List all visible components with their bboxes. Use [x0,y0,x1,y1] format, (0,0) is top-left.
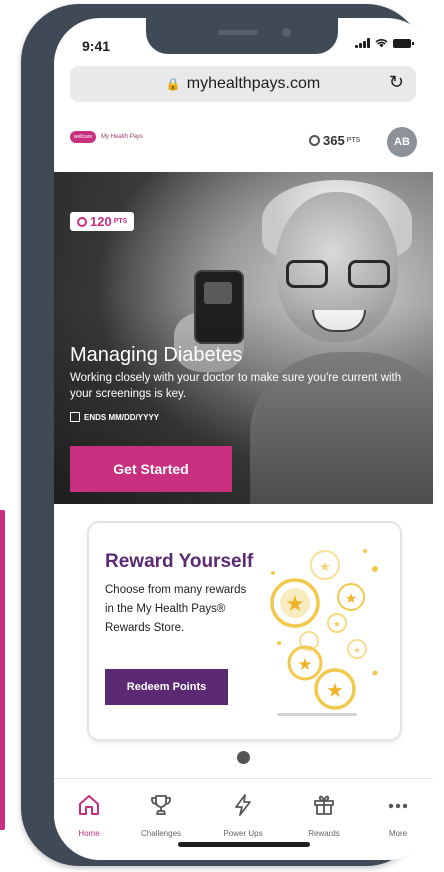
url-text: myhealthpays.com [186,75,321,92]
speaker-grille [218,30,258,35]
tab-power-ups-label: Power Ups [223,829,263,838]
hero-points-badge: 120 PTS [70,212,135,231]
phone-frame: 9:41 🔒 myhealthpays.com ↻ wellcare My He… [21,4,433,866]
tab-power-ups[interactable]: Power Ups [208,793,278,838]
svg-text:★: ★ [353,645,361,655]
hero-end-date-text: ENDS MM/DD/YYYY [84,412,160,422]
phone-screen: 9:41 🔒 myhealthpays.com ↻ wellcare My He… [54,18,433,860]
gift-icon [314,795,334,815]
redeem-points-button[interactable]: Redeem Points [105,669,228,705]
hero-end-date: ENDS MM/DD/YYYY [70,412,159,422]
hero-subtitle: Working closely with your doctor to make… [70,372,402,400]
svg-text:★: ★ [285,591,305,616]
tab-home[interactable]: Home [54,793,124,838]
tab-more[interactable]: More [363,793,433,838]
browser-address-bar[interactable]: 🔒 myhealthpays.com ↻ [70,66,416,102]
points-unit: PTS [346,137,361,144]
home-icon [79,795,99,815]
side-accent-bar [0,510,5,830]
trophy-icon [151,795,171,815]
wifi-icon [375,39,388,48]
tab-rewards-label: Rewards [308,829,340,838]
star-coins-illustration: ★ ★ ★ ★ ★ ★ ★ [270,549,378,716]
carousel-page-indicator[interactable] [237,751,250,764]
user-avatar[interactable]: AB [387,127,417,157]
phone-notch [146,18,338,54]
tab-home-label: Home [78,829,100,838]
svg-text:★: ★ [297,655,312,674]
site-header: wellcare My Health Pays 365 PTS AB [54,114,433,174]
tab-more-label: More [388,829,408,838]
get-started-button[interactable]: Get Started [70,446,232,492]
reward-card-body: Choose from many rewards in the My Healt… [105,584,247,634]
points-coin-icon [77,216,87,227]
points-balance[interactable]: 365 PTS [309,133,360,148]
tab-challenges[interactable]: Challenges [126,793,196,838]
points-value: 365 [323,133,345,148]
hero-title: Managing Diabetes [70,344,243,366]
bottom-tab-bar: Home Challenges Power Ups Rewards More [54,778,433,860]
lightning-icon [235,794,251,816]
svg-text:★: ★ [319,559,331,574]
reload-icon[interactable]: ↻ [389,72,404,93]
battery-icon [393,38,414,48]
reward-card[interactable]: Reward Yourself Choose from many rewards… [89,523,400,739]
reward-card-title: Reward Yourself [105,551,254,572]
svg-text:★: ★ [326,680,344,702]
calendar-icon [70,412,80,422]
home-indicator[interactable] [178,842,310,847]
tab-challenges-label: Challenges [140,829,182,838]
hero-banner: 120 PTS Managing Diabetes Working closel… [54,172,433,504]
lock-icon: 🔒 [165,77,181,91]
hero-points-unit: PTS [113,218,128,225]
svg-text:★: ★ [333,619,341,629]
front-camera [282,28,291,37]
status-icons [355,38,414,48]
cellular-signal-icon [355,38,370,48]
tab-rewards[interactable]: Rewards [289,793,359,838]
status-time: 9:41 [82,38,111,54]
logo-text: My Health Pays [101,134,144,140]
points-coin-icon [309,135,320,146]
brand-logo[interactable]: wellcare My Health Pays [70,131,143,143]
logo-badge: wellcare [70,131,96,143]
svg-text:★: ★ [345,590,358,606]
hero-points-value: 120 [90,214,112,229]
more-icon [388,803,408,809]
